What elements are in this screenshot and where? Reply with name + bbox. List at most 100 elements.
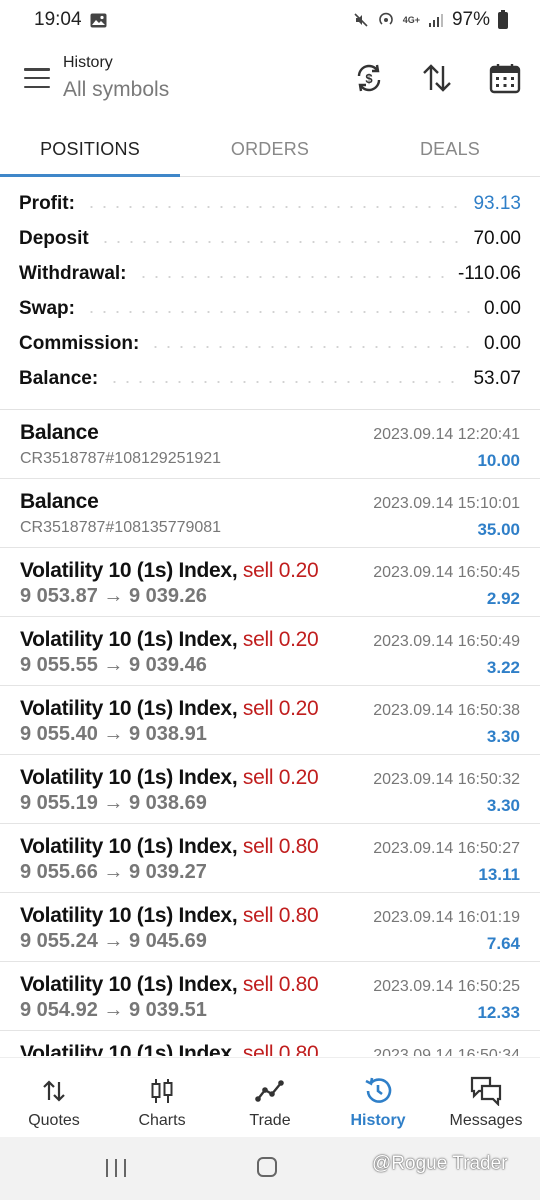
nav-label: Quotes <box>28 1112 80 1129</box>
item-side: sell 0.80 <box>242 973 319 996</box>
quotes-icon <box>42 1076 66 1106</box>
summary-value: 0.00 <box>484 332 521 354</box>
list-item-trade[interactable]: Volatility 10 (1s) Index, sell 0.20 9 05… <box>0 617 540 686</box>
summary-label: Withdrawal: <box>19 262 127 284</box>
nav-label: History <box>350 1112 406 1129</box>
status-bar: 19:04 4G+ 97% <box>0 0 540 40</box>
item-title: Volatility 10 (1s) Index, sell 0.80 <box>20 835 319 859</box>
battery-percent: 97% <box>451 9 490 30</box>
item-date: 2023.09.14 16:50:32 <box>373 771 520 788</box>
charts-icon <box>150 1076 174 1106</box>
dot-leader <box>136 275 448 278</box>
dot-leader <box>84 205 464 208</box>
nav-charts[interactable]: Charts <box>108 1058 216 1137</box>
nav-history[interactable]: History <box>324 1058 432 1137</box>
list-item-trade[interactable]: Volatility 10 (1s) Index, sell 0.20 9 05… <box>0 548 540 617</box>
item-prices: 9 055.55 → 9 039.46 <box>20 654 207 676</box>
currency-exchange-icon[interactable]: $ <box>351 60 387 96</box>
tab-orders[interactable]: ORDERS <box>180 122 360 176</box>
item-ticket: CR3518787#108135779081 <box>20 519 222 536</box>
item-side: sell 0.80 <box>242 904 319 927</box>
item-symbol: Volatility 10 (1s) Index, <box>20 1042 238 1056</box>
item-date: 2023.09.14 16:50:25 <box>373 978 520 995</box>
summary-value: -110.06 <box>457 262 521 284</box>
list-item-balance[interactable]: Balance CR3518787#108135779081 2023.09.1… <box>0 479 540 548</box>
list-item-trade[interactable]: Volatility 10 (1s) Index, sell 0.20 9 05… <box>0 755 540 824</box>
item-title: Volatility 10 (1s) Index, sell 0.20 <box>20 697 319 721</box>
item-date: 2023.09.14 16:50:49 <box>373 633 520 650</box>
item-title: Balance <box>20 490 99 513</box>
tab-positions[interactable]: POSITIONS <box>0 122 180 177</box>
item-prices: 9 055.19 → 9 038.69 <box>20 792 207 814</box>
dot-leader <box>149 345 475 348</box>
page-title: History <box>63 54 113 71</box>
item-title: Volatility 10 (1s) Index, sell 0.20 <box>20 628 319 652</box>
list-item-trade[interactable]: Volatility 10 (1s) Index, sell 0.20 9 05… <box>0 686 540 755</box>
nav-label: Charts <box>138 1112 186 1129</box>
summary-label: Deposit <box>19 227 89 249</box>
item-title: Balance <box>20 421 99 444</box>
nav-quotes[interactable]: Quotes <box>0 1058 108 1137</box>
item-amount: 3.30 <box>486 796 520 815</box>
item-side: sell 0.80 <box>242 835 319 858</box>
recents-button[interactable] <box>106 1159 126 1177</box>
item-amount: 7.64 <box>486 934 520 953</box>
summary-row-balance: Balance: 53.07 <box>0 361 540 396</box>
svg-text:$: $ <box>365 71 373 86</box>
item-symbol: Volatility 10 (1s) Index, <box>20 559 238 582</box>
summary-value: 70.00 <box>473 227 521 249</box>
item-prices: 9 053.87 → 9 039.26 <box>20 585 207 607</box>
item-prices: 9 055.24 → 9 045.69 <box>20 930 207 952</box>
summary-value: 53.07 <box>473 367 521 389</box>
item-symbol: Volatility 10 (1s) Index, <box>20 697 238 720</box>
item-symbol: Volatility 10 (1s) Index, <box>20 973 238 996</box>
dot-leader <box>108 380 464 383</box>
item-title: Volatility 10 (1s) Index, sell 0.80 <box>20 904 319 928</box>
summary-row-profit: Profit: 93.13 <box>0 186 540 221</box>
item-prices: 9 055.66 → 9 039.27 <box>20 861 207 883</box>
home-button[interactable] <box>257 1157 277 1177</box>
item-date: 2023.09.14 16:50:45 <box>373 564 520 581</box>
summary-row-deposit: Deposit 70.00 <box>0 221 540 256</box>
item-symbol: Volatility 10 (1s) Index, <box>20 904 238 927</box>
item-amount: 3.30 <box>486 727 520 746</box>
item-side: sell 0.20 <box>242 766 319 789</box>
summary-value: 93.13 <box>473 192 521 214</box>
item-title: Volatility 10 (1s) Index, sell 0.80 <box>20 973 319 997</box>
signal-icon <box>428 13 443 27</box>
list-item-trade[interactable]: Volatility 10 (1s) Index, sell 0.80 2023… <box>0 1031 540 1056</box>
hotspot-icon <box>378 12 393 25</box>
sort-icon[interactable] <box>419 60 455 96</box>
nav-messages[interactable]: Messages <box>432 1058 540 1137</box>
list-item-trade[interactable]: Volatility 10 (1s) Index, sell 0.80 9 05… <box>0 893 540 962</box>
item-date: 2023.09.14 16:50:38 <box>373 702 520 719</box>
tab-deals[interactable]: DEALS <box>360 122 540 176</box>
list-item-trade[interactable]: Volatility 10 (1s) Index, sell 0.80 9 05… <box>0 824 540 893</box>
summary-label: Swap: <box>19 297 75 319</box>
item-title: Volatility 10 (1s) Index, sell 0.80 <box>20 1042 319 1056</box>
bottom-navigation: Quotes Charts Trade History Messages <box>0 1057 540 1137</box>
menu-button[interactable] <box>24 68 50 88</box>
item-date: 2023.09.14 16:50:34 <box>373 1047 520 1056</box>
item-date: 2023.09.14 12:20:41 <box>373 426 520 443</box>
trade-icon <box>255 1076 285 1106</box>
account-summary: Profit: 93.13 Deposit 70.00 Withdrawal: … <box>0 186 540 396</box>
calendar-icon[interactable] <box>487 60 523 96</box>
app-bar: History All symbols $ <box>0 40 540 120</box>
item-side: sell 0.20 <box>242 559 319 582</box>
item-title: Volatility 10 (1s) Index, sell 0.20 <box>20 766 319 790</box>
summary-label: Balance: <box>19 367 99 389</box>
history-list[interactable]: Balance CR3518787#108129251921 2023.09.1… <box>0 409 540 1056</box>
system-navigation-bar: @Rogue Trader <box>0 1137 540 1200</box>
list-item-trade[interactable]: Volatility 10 (1s) Index, sell 0.80 9 05… <box>0 962 540 1031</box>
symbol-filter[interactable]: All symbols <box>63 78 169 102</box>
messages-icon <box>470 1076 502 1106</box>
clock: 19:04 <box>34 9 82 30</box>
list-item-balance[interactable]: Balance CR3518787#108129251921 2023.09.1… <box>0 410 540 479</box>
dot-leader <box>84 310 475 313</box>
nav-trade[interactable]: Trade <box>216 1058 324 1137</box>
item-side: sell 0.20 <box>242 697 319 720</box>
summary-row-withdrawal: Withdrawal: -110.06 <box>0 256 540 291</box>
tab-bar: POSITIONS ORDERS DEALS <box>0 122 540 177</box>
item-amount: 3.22 <box>486 658 520 677</box>
